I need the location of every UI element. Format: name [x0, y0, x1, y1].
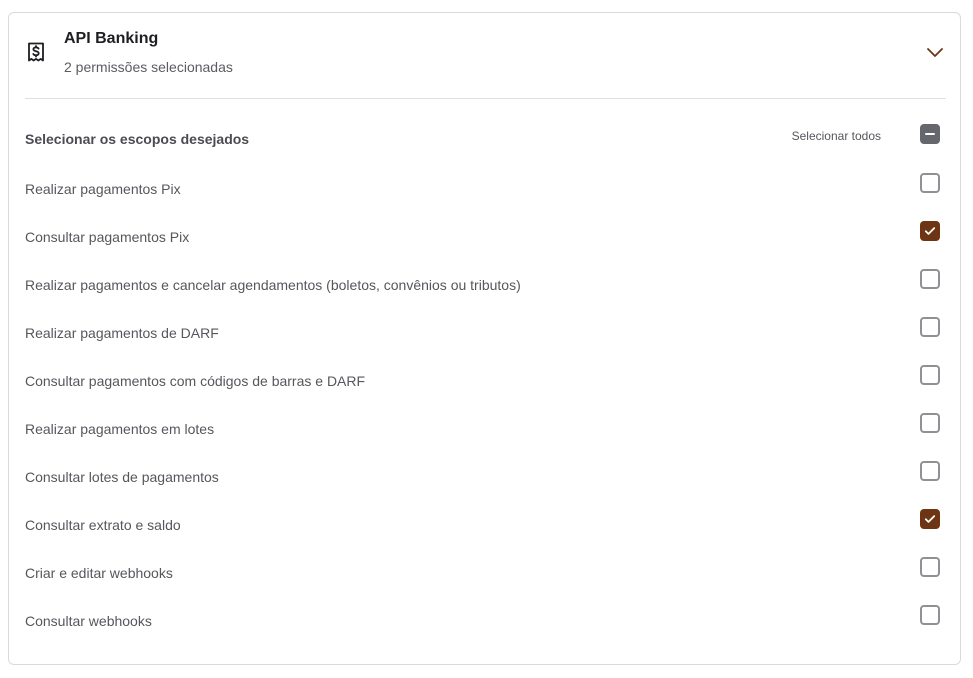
select-all-checkbox[interactable] — [920, 124, 940, 144]
scope-list: Realizar pagamentos Pix Consultar pagamen… — [25, 164, 940, 644]
scope-checkbox[interactable] — [920, 317, 940, 337]
scope-item[interactable]: Consultar extrato e saldo — [25, 500, 940, 548]
scope-label: Realizar pagamentos Pix — [25, 181, 181, 197]
scopes-header: Selecionar os escopos desejados Selecion… — [25, 123, 940, 147]
scope-label: Consultar pagamentos Pix — [25, 229, 190, 245]
scope-label: Realizar pagamentos de DARF — [25, 325, 219, 341]
scope-checkbox[interactable] — [920, 173, 940, 193]
scope-checkbox-checked[interactable] — [920, 221, 940, 241]
scope-label: Criar e editar webhooks — [25, 565, 173, 581]
header-divider — [25, 98, 946, 99]
scope-checkbox[interactable] — [920, 365, 940, 385]
check-icon — [924, 515, 936, 523]
scope-item[interactable]: Consultar lotes de pagamentos — [25, 452, 940, 500]
scope-item[interactable]: Realizar pagamentos em lotes — [25, 404, 940, 452]
select-all-label[interactable]: Selecionar todos — [792, 129, 881, 143]
scope-checkbox-checked[interactable] — [920, 509, 940, 529]
scope-item[interactable]: Criar e editar webhooks — [25, 548, 940, 596]
scope-checkbox[interactable] — [920, 557, 940, 577]
scope-item[interactable]: Realizar pagamentos de DARF — [25, 308, 940, 356]
scope-label: Consultar extrato e saldo — [25, 517, 181, 533]
scope-checkbox[interactable] — [920, 269, 940, 289]
dollar-document-icon — [26, 41, 46, 63]
scope-label: Consultar pagamentos com códigos de barr… — [25, 373, 366, 389]
api-banking-card: API Banking 2 permissões selecionadas Se… — [8, 12, 961, 665]
card-subtitle: 2 permissões selecionadas — [64, 59, 233, 75]
scope-label: Consultar lotes de pagamentos — [25, 469, 219, 485]
scope-item[interactable]: Consultar webhooks — [25, 596, 940, 644]
scope-checkbox[interactable] — [920, 413, 940, 433]
scope-checkbox[interactable] — [920, 461, 940, 481]
scope-item[interactable]: Realizar pagamentos e cancelar agendamen… — [25, 260, 940, 308]
chevron-down-icon[interactable] — [926, 45, 944, 59]
check-icon — [924, 227, 936, 235]
scope-label: Realizar pagamentos e cancelar agendamen… — [25, 277, 521, 293]
card-title: API Banking — [64, 30, 159, 47]
scopes-title: Selecionar os escopos desejados — [25, 131, 250, 147]
scope-label: Realizar pagamentos em lotes — [25, 421, 215, 437]
scope-label: Consultar webhooks — [25, 613, 152, 629]
scope-item[interactable]: Consultar pagamentos Pix — [25, 212, 940, 260]
scope-item[interactable]: Consultar pagamentos com códigos de barr… — [25, 356, 940, 404]
scope-item[interactable]: Realizar pagamentos Pix — [25, 164, 940, 212]
card-header[interactable]: API Banking 2 permissões selecionadas — [9, 13, 960, 99]
scope-checkbox[interactable] — [920, 605, 940, 625]
